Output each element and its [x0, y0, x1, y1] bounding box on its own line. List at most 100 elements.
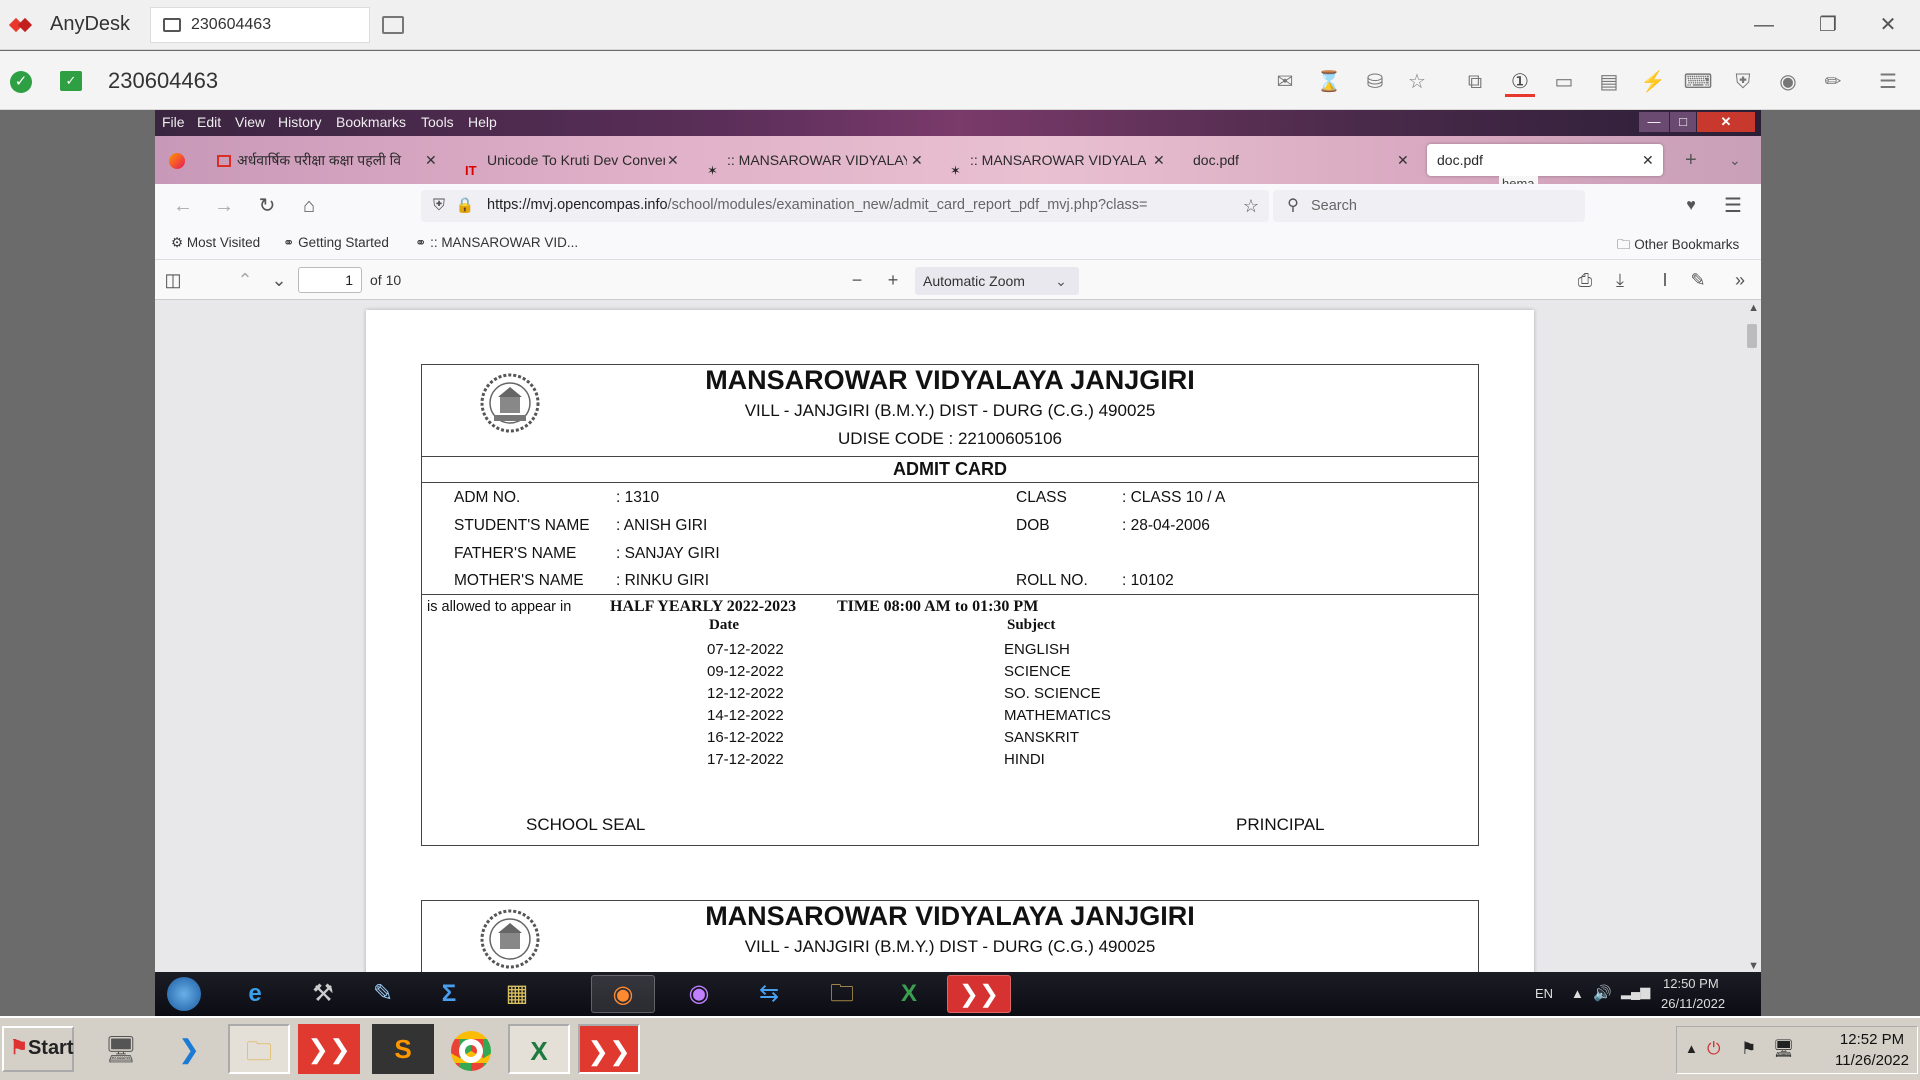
database-icon[interactable]: ⛁ [1360, 67, 1390, 97]
page-number-input[interactable]: 1 [298, 267, 362, 293]
draw-icon[interactable]: ✎ [1686, 269, 1710, 291]
anydesk-active-icon[interactable]: ❯❯ [578, 1024, 640, 1074]
folder-icon[interactable]: 🗀 [810, 975, 874, 1013]
remote-clock-time[interactable]: 12:50 PM [1663, 976, 1719, 991]
scroll-down-icon[interactable]: ▼ [1748, 960, 1759, 972]
start-button[interactable]: ⚑Start [2, 1026, 74, 1072]
tab-1[interactable]: अर्धवार्षिक परीक्षा कक्षा पहली वि [217, 144, 407, 176]
tab-4[interactable]: ✶:: MANSAROWAR VIDYALAYA [950, 144, 1146, 176]
list-tabs-icon[interactable]: ⌄ [1729, 144, 1741, 176]
menu-icon[interactable]: ☰ [1873, 67, 1903, 97]
chat-disabled-icon[interactable]: ✉ [1270, 67, 1300, 97]
explorer-icon[interactable]: 🗀 [228, 1024, 290, 1074]
forward-icon[interactable]: → [212, 194, 236, 218]
menu-view[interactable]: View [235, 114, 265, 130]
bookmark-getting-started[interactable]: ⚭ Getting Started [283, 235, 389, 251]
tools-icon[interactable]: ⚒ [291, 975, 355, 1013]
previous-page-icon[interactable]: ⌃ [233, 269, 257, 291]
tab-3[interactable]: ✶:: MANSAROWAR VIDYALAYA [707, 144, 907, 176]
firefox-view-icon[interactable] [169, 144, 189, 176]
monitor-1-icon[interactable]: ① [1505, 67, 1535, 97]
minimize-icon[interactable]: — [1744, 10, 1784, 40]
file-transfer-icon[interactable]: ⧉ [1460, 67, 1490, 97]
print-icon[interactable]: ⎙ [1573, 269, 1597, 291]
flag-icon[interactable]: ⚑ [1741, 1039, 1756, 1059]
pen-icon[interactable]: ✏ [1818, 67, 1848, 97]
zoom-in-icon[interactable]: + [881, 269, 905, 291]
url-text[interactable]: https://mvj.opencompas.info/school/modul… [487, 197, 1227, 213]
anydesk-icon[interactable]: ❯❯ [298, 1024, 360, 1074]
session-tab[interactable]: 230604463 [150, 7, 370, 43]
network-icon[interactable]: 🖥 [1773, 1039, 1795, 1059]
zoom-out-icon[interactable]: − [845, 269, 869, 291]
search-bar[interactable]: ⚲ Search [1273, 190, 1585, 222]
lock-icon[interactable]: 🔒 [453, 194, 477, 218]
lightning-icon[interactable]: ⚡ [1638, 67, 1668, 97]
bookmark-star-icon[interactable]: ☆ [1239, 194, 1263, 218]
tab-3-close-icon[interactable]: ✕ [911, 144, 923, 176]
text-tool-icon[interactable]: I [1653, 269, 1677, 291]
restore-icon[interactable]: ❐ [1808, 10, 1848, 40]
local-clock[interactable]: 12:52 PM 11/26/2022 [1835, 1029, 1909, 1071]
scroll-up-icon[interactable]: ▲ [1748, 302, 1759, 314]
pocket-icon[interactable]: ♥ [1679, 194, 1703, 218]
computer-icon[interactable]: 🖥 [90, 1024, 152, 1074]
windows-start-icon[interactable] [161, 975, 207, 1013]
writer-icon[interactable]: ✎ [351, 975, 415, 1013]
hourglass-icon[interactable]: ⌛ [1314, 67, 1344, 97]
url-bar[interactable]: ⛨ 🔒 https://mvj.opencompas.info/school/m… [421, 190, 1269, 222]
shield-icon[interactable]: ⛨ [427, 194, 451, 218]
chrome-icon[interactable] [440, 1024, 502, 1074]
back-icon[interactable]: ← [171, 194, 195, 218]
menu-tools[interactable]: Tools [421, 114, 454, 130]
excel-icon[interactable]: X [508, 1024, 570, 1074]
close-icon[interactable]: ✕ [1868, 10, 1908, 40]
anydesk-icon[interactable]: ❯❯ [947, 975, 1011, 1013]
ff-minimize-icon[interactable]: — [1639, 112, 1669, 132]
sublime-icon[interactable]: S [372, 1024, 434, 1074]
tab-5-close-icon[interactable]: ✕ [1397, 144, 1409, 176]
tray-arrow-icon[interactable]: ▲ [1571, 986, 1584, 1001]
menu-bookmarks[interactable]: Bookmarks [336, 114, 406, 130]
power-icon[interactable]: ⏻ [1707, 1039, 1720, 1059]
images-icon[interactable]: ▦ [485, 975, 549, 1013]
pdf-viewer[interactable]: MANSAROWAR VIDYALAYA JANJGIRI VILL - JAN… [155, 300, 1761, 976]
record-icon[interactable]: ◉ [1773, 67, 1803, 97]
tab-1-close-icon[interactable]: ✕ [425, 144, 437, 176]
excel-icon[interactable]: X [877, 975, 941, 1013]
home-icon[interactable]: ⌂ [297, 194, 321, 218]
new-session-icon[interactable] [382, 16, 404, 34]
firefox-icon[interactable]: ◉ [591, 975, 655, 1013]
reload-icon[interactable]: ↻ [255, 194, 279, 218]
chat-icon[interactable]: ▤ [1594, 67, 1624, 97]
remote-clock-date[interactable]: 26/11/2022 [1661, 996, 1725, 1011]
display-icon[interactable]: ▭ [1549, 67, 1579, 97]
remote-desktop[interactable]: File Edit View History Bookmarks Tools H… [155, 110, 1761, 976]
sidebar-toggle-icon[interactable]: ◫ [161, 269, 185, 291]
ff-maximize-icon[interactable]: □ [1670, 112, 1696, 132]
tray-expand-icon[interactable]: ▲ [1685, 1041, 1698, 1056]
language-indicator[interactable]: EN [1535, 986, 1553, 1001]
menu-edit[interactable]: Edit [197, 114, 221, 130]
bookmark-mansarowar[interactable]: ⚭ :: MANSAROWAR VID... [415, 235, 578, 251]
tab-2-close-icon[interactable]: ✕ [667, 144, 679, 176]
star-icon[interactable]: ☆ [1402, 67, 1432, 97]
volume-icon[interactable]: 🔊 [1593, 984, 1612, 1002]
tab-2[interactable]: ITUnicode To Kruti Dev Conver [465, 144, 665, 176]
new-tab-icon[interactable]: + [1685, 144, 1697, 176]
scrollbar-thumb[interactable] [1747, 324, 1757, 348]
search-input[interactable]: Search [1311, 198, 1357, 214]
tools-icon[interactable]: » [1728, 269, 1752, 291]
menu-file[interactable]: File [162, 114, 185, 130]
ff-close-icon[interactable]: ✕ [1697, 112, 1755, 132]
menu-help[interactable]: Help [468, 114, 497, 130]
bookmark-most-visited[interactable]: ⚙ Most Visited [171, 235, 260, 251]
tab-5[interactable]: doc.pdf [1193, 144, 1353, 176]
zoom-select[interactable]: Automatic Zoom ⌄ [915, 267, 1079, 295]
mask-icon[interactable]: ◉ [667, 975, 731, 1013]
bookmark-other[interactable]: 🗀 Other Bookmarks [1617, 235, 1739, 258]
sigma-icon[interactable]: Σ [417, 975, 481, 1013]
permission-icon[interactable]: ✓ [60, 71, 82, 91]
menu-history[interactable]: History [278, 114, 322, 130]
tab-6-close-icon[interactable]: ✕ [1642, 144, 1654, 176]
